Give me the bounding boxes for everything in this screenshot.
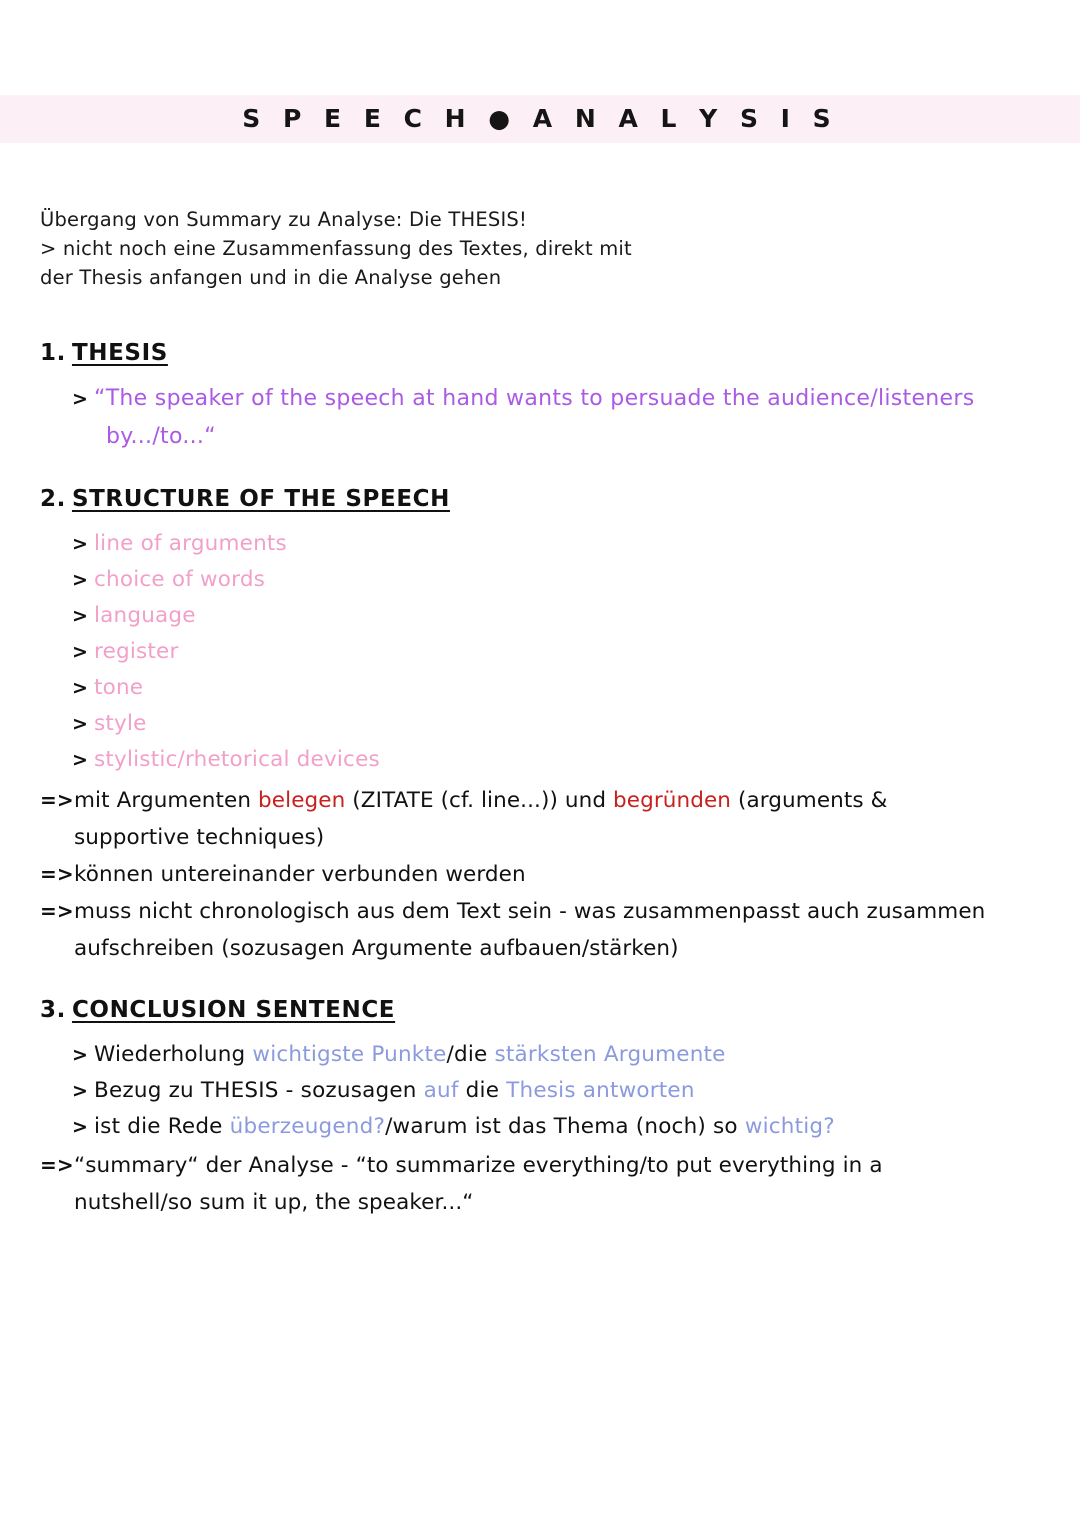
bullet-marker-icon: > [72,641,89,663]
list-item: > ist die Rede überzeugend?/warum ist da… [40,1109,1040,1145]
bullet-marker-icon: > [72,388,89,410]
intro-line-3: der Thesis anfangen und in die Analyse g… [40,266,502,289]
section-conclusion-title: CONCLUSION SENTENCE [71,997,396,1023]
arrow-item-text: mit Argumenten belegen (ZITATE (cf. line… [74,782,1040,819]
arrow-continuation-text: aufschreiben (sozusagen Argumente aufbau… [74,936,679,961]
text-fragment: /warum ist das Thema (noch) so [385,1114,745,1139]
arrow-item-text: können untereinander verbunden werden [74,862,526,887]
text-fragment: /die [446,1042,495,1067]
thesis-quote-line-1: “The speaker of the speech at hand wants… [94,386,975,411]
intro-line-2: > nicht noch eine Zusammenfassung des Te… [40,237,632,260]
section-structure: 2. STRUCTURE OF THE SPEECH > line of argu… [40,486,1040,967]
list-item: > Wiederholung wichtigste Punkte/die stä… [40,1037,1040,1073]
bullet-marker-icon: > [72,1116,89,1138]
list-item: > style [40,706,1040,742]
list-item-label: Bezug zu THESIS - sozusagen auf die Thes… [94,1073,1040,1109]
arrow-item: => muss nicht chronologisch aus dem Text… [40,893,1040,930]
thesis-quote-row: > “The speaker of the speech at hand wan… [40,380,1040,418]
list-item: > choice of words [40,562,1040,598]
bullet-marker-icon: > [72,677,89,699]
arrow-continuation-text: nutshell/so sum it up, the speaker...“ [74,1190,474,1215]
section-thesis: 1. THESIS > “The speaker of the speech at… [40,340,1040,456]
note-content: Übergang von Summary zu Analyse: Die THE… [40,205,1040,1229]
list-item: > line of arguments [40,526,1040,562]
text-fragment: ist die Rede [94,1114,230,1139]
section-structure-heading: 2. STRUCTURE OF THE SPEECH [40,486,1040,512]
section-structure-title: STRUCTURE OF THE SPEECH [71,486,450,512]
list-item: > stylistic/rhetorical devices [40,742,1040,778]
text-fragment-highlight: wichtig? [744,1114,835,1139]
section-thesis-number: 1. [40,340,66,366]
list-item: > language [40,598,1040,634]
section-conclusion-heading: 3. CONCLUSION SENTENCE [40,997,1040,1023]
text-fragment: (arguments & [731,788,888,813]
text-fragment-highlight: überzeugend? [229,1114,386,1139]
section-conclusion-number: 3. [40,997,66,1023]
text-fragment: die [458,1078,507,1103]
section-thesis-heading: 1. THESIS [40,340,1040,366]
text-fragment-highlight: Thesis antworten [506,1078,695,1103]
list-item-label: ist die Rede überzeugend?/warum ist das … [94,1109,1040,1145]
arrow-marker-icon: => [40,788,74,812]
arrow-item-text: “summary“ der Analyse - “to summarize ev… [74,1153,883,1178]
list-item: > tone [40,670,1040,706]
page-title: S P E E C H ● A N A L Y S I S [242,104,838,133]
arrow-item-text: muss nicht chronologisch aus dem Text se… [74,899,986,924]
arrow-marker-icon: => [40,899,74,923]
arrow-item-continuation: aufschreiben (sozusagen Argumente aufbau… [40,930,1040,967]
bullet-marker-icon: > [72,713,89,735]
section-conclusion: 3. CONCLUSION SENTENCE > Wiederholung wic… [40,997,1040,1221]
arrow-marker-icon: => [40,862,74,886]
text-fragment-highlight: wichtigste Punkte [252,1042,447,1067]
text-fragment-highlight: stärksten Argumente [494,1042,726,1067]
arrow-continuation-text: supportive techniques) [74,825,325,850]
arrow-item-continuation: nutshell/so sum it up, the speaker...“ [40,1184,1040,1221]
structure-bullet-list: > line of arguments > choice of words > … [40,526,1040,778]
text-fragment-highlight: begründen [613,788,732,813]
list-item-label: choice of words [94,567,266,592]
text-fragment: (ZITATE (cf. line...)) und [345,788,614,813]
bullet-marker-icon: > [72,605,89,627]
structure-arrow-list: => mit Argumenten belegen (ZITATE (cf. l… [40,782,1040,967]
section-thesis-title: THESIS [71,340,168,366]
text-fragment: Wiederholung [94,1042,253,1067]
arrow-marker-icon: => [40,1153,74,1177]
list-item: > register [40,634,1040,670]
text-fragment-highlight: auf [423,1078,459,1103]
arrow-item-continuation: supportive techniques) [40,819,1040,856]
list-item-label: Wiederholung wichtigste Punkte/die stärk… [94,1037,1040,1073]
list-item-label: style [94,711,147,736]
list-item: > Bezug zu THESIS - sozusagen auf die Th… [40,1073,1040,1109]
list-item-label: language [94,603,196,628]
conclusion-bullet-list: > Wiederholung wichtigste Punkte/die stä… [40,1037,1040,1145]
intro-line-1: Übergang von Summary zu Analyse: Die THE… [40,208,528,231]
arrow-item: => “summary“ der Analyse - “to summarize… [40,1147,1040,1184]
list-item-label: tone [94,675,144,700]
thesis-quote-line-2: by.../to...“ [106,424,216,449]
list-item-label: register [94,639,179,664]
list-item-label: stylistic/rhetorical devices [94,747,380,772]
text-fragment-highlight: belegen [258,788,346,813]
bullet-marker-icon: > [72,533,89,555]
bullet-marker-icon: > [72,1080,89,1102]
arrow-item: => mit Argumenten belegen (ZITATE (cf. l… [40,782,1040,819]
intro-block: Übergang von Summary zu Analyse: Die THE… [40,205,1040,292]
arrow-item: => können untereinander verbunden werden [40,856,1040,893]
conclusion-arrow-list: => “summary“ der Analyse - “to summarize… [40,1147,1040,1221]
text-fragment: mit Argumenten [74,788,259,813]
text-fragment: Bezug zu THESIS - sozusagen [94,1078,424,1103]
bullet-marker-icon: > [72,569,89,591]
bullet-marker-icon: > [72,749,89,771]
bullet-marker-icon: > [72,1044,89,1066]
section-structure-number: 2. [40,486,66,512]
list-item-label: line of arguments [94,531,287,556]
